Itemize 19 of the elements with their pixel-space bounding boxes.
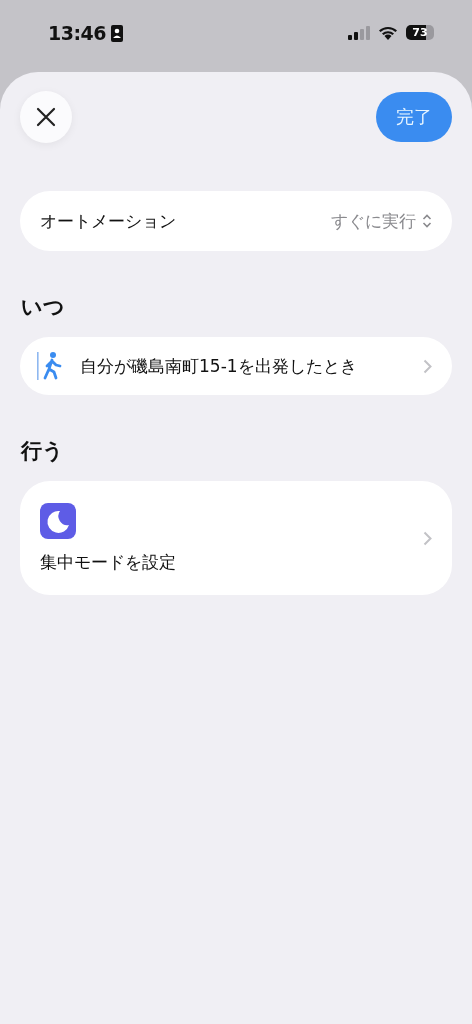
chevron-icon	[423, 358, 432, 374]
trigger-label: 自分が磯島南町15-1を出発したとき	[80, 354, 357, 378]
automation-row[interactable]: オートメーション すぐに実行	[20, 191, 452, 251]
section-heading: 行う	[21, 438, 65, 465]
moon-icon	[40, 502, 76, 539]
action-card[interactable]: 集中モードを設定	[20, 481, 452, 595]
automation-value: すぐに実行	[331, 209, 416, 233]
signal-icon	[348, 25, 370, 40]
close-button[interactable]	[20, 91, 72, 143]
chevron-icon	[423, 530, 432, 546]
close-icon	[36, 107, 56, 127]
status-time: 13:46	[48, 22, 106, 44]
trigger-row[interactable]: 自分が磯島南町15-1を出発したとき	[20, 337, 452, 395]
wifi-icon	[378, 25, 398, 40]
automation-label: オートメーション	[40, 209, 176, 233]
section-heading: いつ	[21, 294, 66, 321]
contact-card-icon	[111, 24, 123, 42]
up-down-chevron-icon	[422, 214, 432, 228]
action-label: 集中モードを設定	[40, 550, 176, 574]
